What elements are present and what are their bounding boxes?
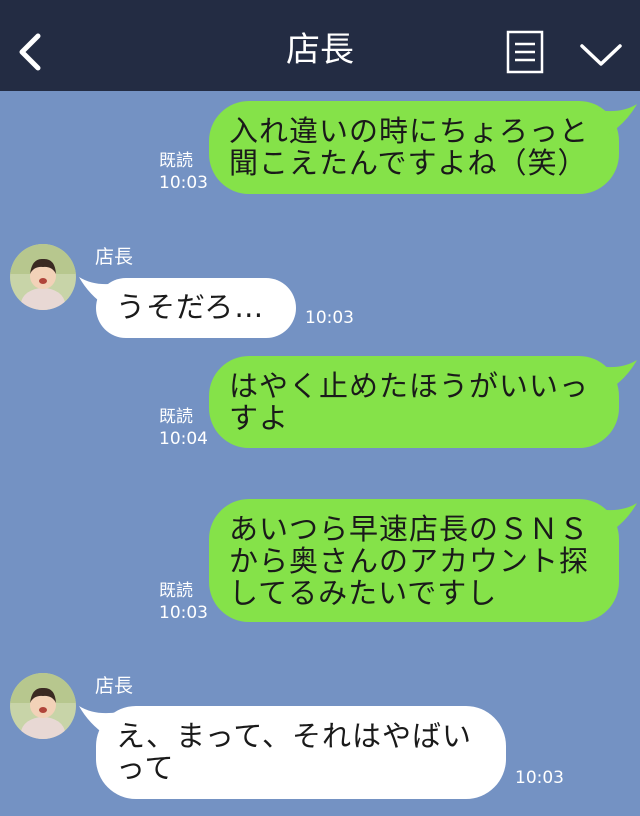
message-status: 既読 10:03 [159,580,208,624]
sent-message-bubble[interactable]: はやく止めたほうがいいっ すよ [209,356,619,448]
chevron-down-icon[interactable] [580,42,622,68]
message-text: あいつら早速店長のＳＮＳ から奥さんのアカウント探 してるみたいですし [229,512,590,610]
chat-title: 店長 [286,30,354,70]
sent-message-bubble[interactable]: 入れ違いの時にちょろっと 聞こえたんですよね（笑） [209,101,619,194]
message-text: うそだろ… [116,290,265,324]
sender-name: 店長 [95,675,134,697]
message-time: 10:03 [305,308,354,328]
read-receipt: 既読 [159,151,193,171]
chat-header: 店長 [0,0,640,91]
message-status: 既読 10:03 [159,150,208,194]
sender-name: 店長 [95,246,134,268]
avatar[interactable] [10,673,76,739]
read-receipt: 既読 [159,581,193,601]
message-time: 10:03 [159,603,208,623]
received-message-bubble[interactable]: え、まって、それはやばい って [96,706,506,799]
menu-icon[interactable] [506,30,544,74]
message-status: 既読 10:04 [159,406,208,450]
bubble-tail [597,503,637,533]
message-text: 入れ違いの時にちょろっと 聞こえたんですよね（笑） [229,114,590,180]
message-text: はやく止めたほうがいいっ すよ [229,369,590,435]
bubble-tail [597,360,637,390]
message-time: 10:03 [515,768,564,788]
received-message-bubble[interactable]: うそだろ… [96,278,296,338]
avatar[interactable] [10,244,76,310]
child-photo-icon [10,244,76,310]
message-time: 10:03 [159,173,208,193]
message-text: え、まって、それはやばい って [116,719,472,785]
read-receipt: 既読 [159,407,193,427]
child-photo-icon [10,673,76,739]
sent-message-bubble[interactable]: あいつら早速店長のＳＮＳ から奥さんのアカウント探 してるみたいですし [209,499,619,622]
bubble-tail [597,104,637,134]
message-time: 10:04 [159,429,208,449]
